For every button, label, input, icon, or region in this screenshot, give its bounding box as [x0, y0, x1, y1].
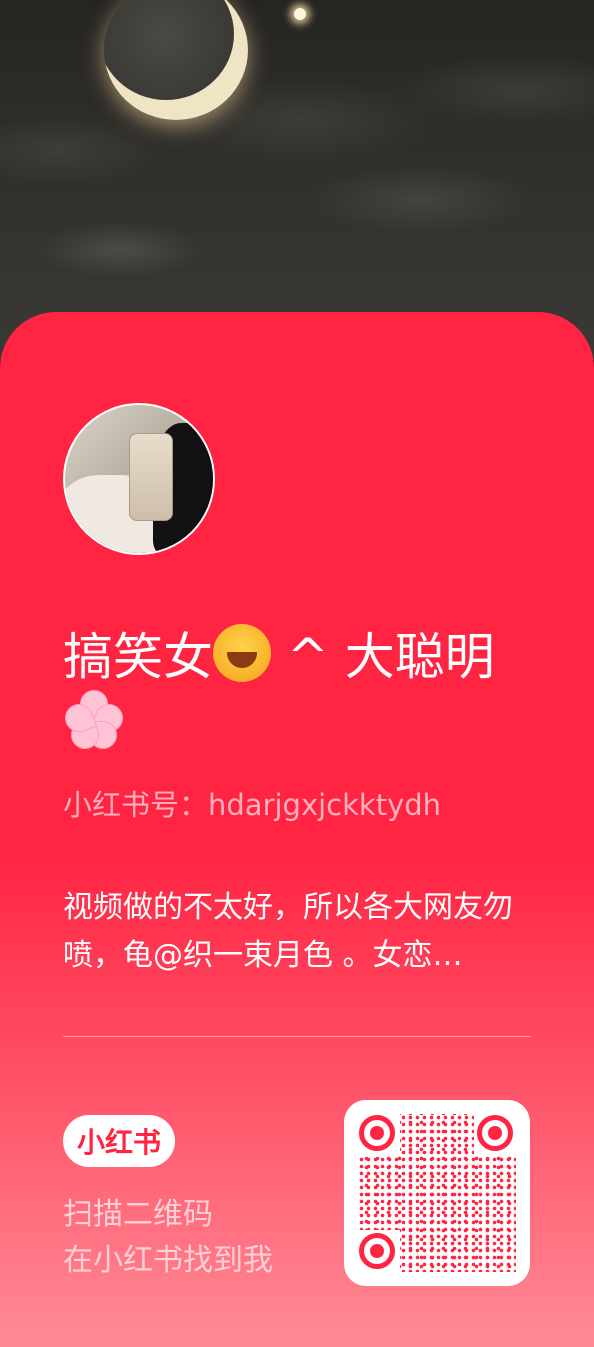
account-id-value: hdarjgxjckktydh [208, 788, 442, 822]
grinning-face-icon [213, 624, 271, 682]
profile-name: 搞笑女 ^ 大聪明 [61, 624, 533, 754]
star-image [294, 8, 306, 20]
qr-code[interactable] [344, 1100, 530, 1286]
qr-finder-icon [477, 1115, 513, 1151]
cherry-blossom-icon [61, 684, 127, 753]
divider [63, 1036, 531, 1037]
account-id: 小红书号：hdarjgxjckktydh [63, 782, 441, 824]
scan-hint-line2: 在小红书找到我 [63, 1243, 273, 1278]
avatar[interactable] [63, 403, 215, 555]
profile-bio: 视频做的不太好，所以各大网友勿喷，龟@织一束月色 。女恋… [63, 890, 513, 973]
qr-finder-icon [359, 1115, 395, 1151]
moon-image [104, 0, 248, 120]
name-suffix: ^ 大聪明 [286, 628, 495, 686]
brand-logo: 小红书 [63, 1115, 175, 1167]
scan-hint-line1: 扫描二维码 [63, 1197, 213, 1232]
avatar-phone [129, 433, 173, 521]
name-text: 搞笑女 [63, 628, 213, 686]
cover-photo [0, 0, 594, 360]
scan-hint: 扫描二维码 在小红书找到我 [63, 1192, 273, 1284]
qr-finder-icon [359, 1233, 395, 1269]
account-id-label: 小红书号： [63, 788, 209, 822]
